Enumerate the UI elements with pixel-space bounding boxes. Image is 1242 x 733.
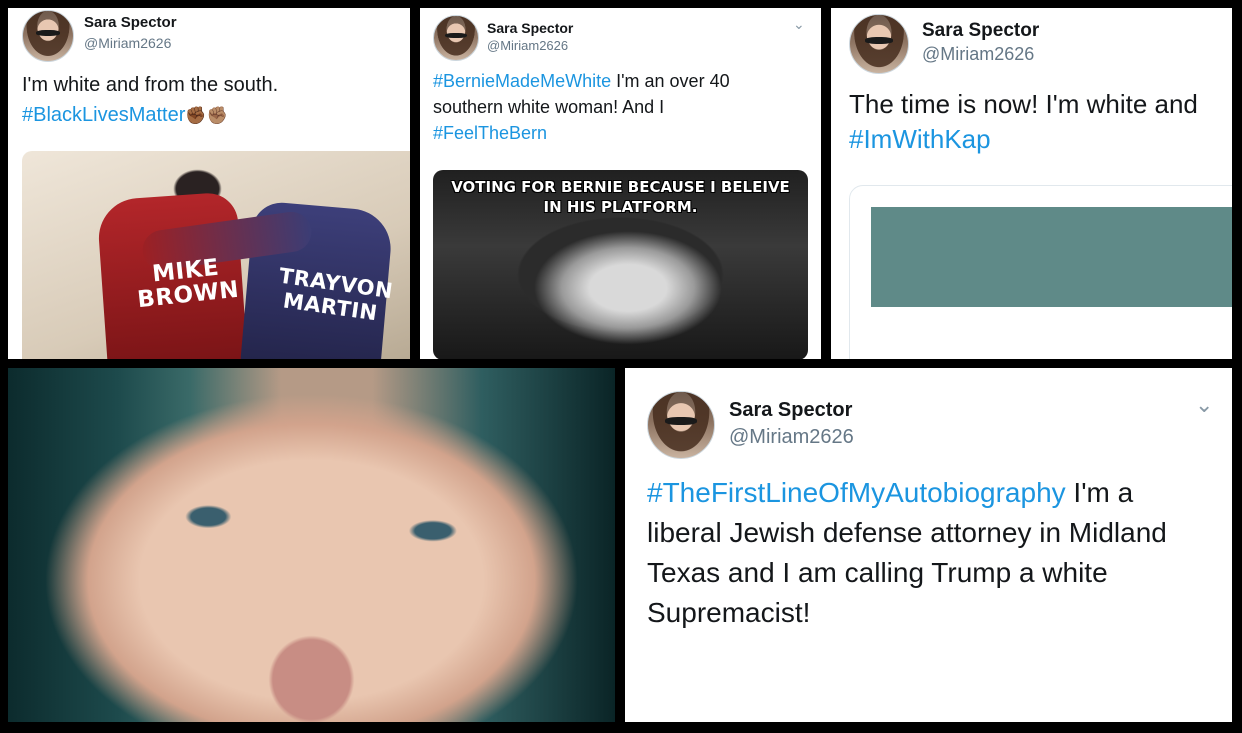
user-handle[interactable]: @Miriam2626 — [922, 44, 1034, 65]
hashtag-link[interactable]: #BernieMadeMeWhite — [433, 71, 611, 91]
display-name[interactable]: Sara Spector — [922, 20, 1039, 42]
tweet-text: The time is now! I'm white and #ImWithKa… — [849, 87, 1232, 157]
hashtag-link[interactable]: #BlackLivesMatter — [22, 104, 185, 126]
display-name[interactable]: Sara Spector — [729, 399, 852, 422]
profile-photo — [8, 368, 615, 722]
tweet-line-1: The time is now! I'm white and — [849, 89, 1198, 119]
tweet-panel-2: Sara Spector @Miriam2626 ⌄ #BernieMadeMe… — [420, 8, 821, 359]
user-handle[interactable]: @Miriam2626 — [84, 35, 171, 51]
tweet-panel-1: Sara Spector @Miriam2626 I'm white and f… — [8, 8, 410, 359]
tweet-line-3: #FeelTheBern — [433, 120, 818, 146]
hashtag-link[interactable]: #ImWithKap — [849, 124, 991, 154]
tweet-text: #TheFirstLineOfMyAutobiography I'm a lib… — [647, 473, 1227, 633]
tweet-line-1: I'm white and from the south. — [22, 74, 279, 96]
avatar-sunglasses — [665, 417, 697, 425]
emoji: ✊🏾✊🏽 — [185, 106, 228, 125]
tweet-line-2: #BlackLivesMatter✊🏾✊🏽 — [22, 100, 402, 131]
tweet-line-2: southern white woman! And I — [433, 97, 665, 117]
tweet-text: #BernieMadeMeWhite I'm an over 40 southe… — [433, 68, 818, 146]
tweet-line-4: Supremacist! — [647, 597, 811, 628]
display-name[interactable]: Sara Spector — [84, 14, 177, 31]
hoodie-label-left: MIKE BROWN — [136, 254, 241, 314]
user-handle[interactable]: @Miriam2626 — [487, 38, 568, 53]
hashtag-link[interactable]: #TheFirstLineOfMyAutobiography — [647, 477, 1066, 508]
tweet-text: I'm white and from the south. #BlackLive… — [22, 70, 402, 131]
user-handle[interactable]: @Miriam2626 — [729, 426, 854, 449]
tweet-line-1: #TheFirstLineOfMyAutobiography I'm a — [647, 473, 1227, 513]
avatar-hair — [434, 16, 478, 60]
link-card[interactable] — [849, 185, 1232, 359]
tweet-text-segment: I'm a — [1065, 477, 1134, 508]
avatar[interactable] — [433, 15, 479, 61]
link-card-image — [871, 207, 1232, 307]
chevron-down-icon[interactable]: ⌄ — [793, 16, 805, 33]
avatar[interactable] — [849, 14, 909, 74]
avatar-hair — [850, 15, 908, 73]
tweet-line-2: #ImWithKap — [849, 122, 1232, 157]
avatar-hair — [648, 392, 714, 458]
avatar[interactable] — [647, 391, 715, 459]
tweet-panel-4: Sara Spector @Miriam2626 ⌄ #TheFirstLine… — [625, 368, 1232, 722]
avatar-sunglasses — [865, 37, 893, 44]
hashtag-link[interactable]: #FeelTheBern — [433, 123, 547, 143]
avatar-sunglasses — [36, 30, 60, 36]
tweet-text-segment: I'm an over 40 — [611, 71, 730, 91]
tweet-image-hoodies[interactable]: MIKE BROWN TRAYVON MARTIN — [22, 151, 410, 359]
tweet-line-2: liberal Jewish defense attorney in Midla… — [647, 517, 1167, 548]
avatar-hair — [23, 11, 73, 61]
display-name[interactable]: Sara Spector — [487, 20, 573, 36]
tweet-line-1: #BernieMadeMeWhite I'm an over 40 — [433, 68, 818, 94]
chevron-down-icon[interactable]: ⌄ — [1195, 392, 1213, 418]
tweet-line-3: Texas and I am calling Trump a white — [647, 557, 1108, 588]
tweet-image-meme[interactable]: VOTING FOR BERNIE BECAUSE I BELEIVE IN H… — [433, 170, 808, 359]
avatar-sunglasses — [445, 32, 467, 38]
tweet-panel-3: Sara Spector @Miriam2626 The time is now… — [831, 8, 1232, 359]
avatar[interactable] — [22, 10, 74, 62]
meme-caption: VOTING FOR BERNIE BECAUSE I BELEIVE IN H… — [451, 178, 790, 216]
